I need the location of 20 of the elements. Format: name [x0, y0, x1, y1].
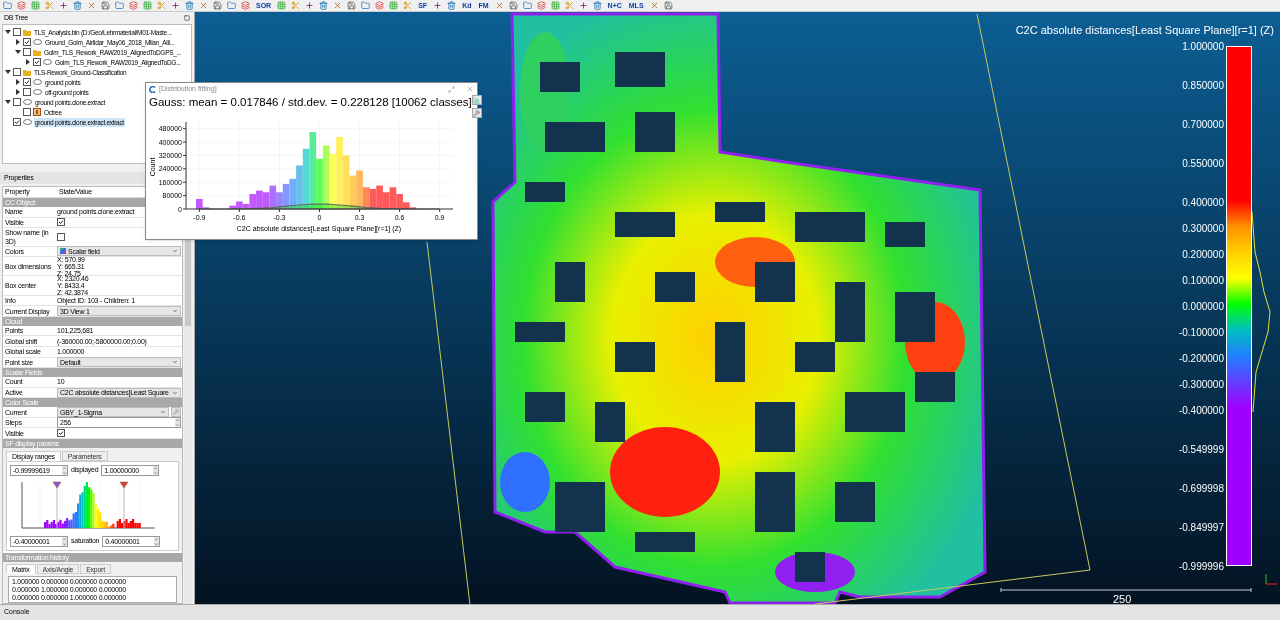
scale-label: 0.300000: [1182, 224, 1224, 234]
scale-label: -0.999996: [1178, 562, 1224, 572]
scale-label: -0.200000: [1178, 354, 1224, 364]
scale-label: -0.549999: [1178, 445, 1224, 455]
scale-label: -0.300000: [1178, 380, 1224, 390]
scale-label: 0.700000: [1182, 120, 1224, 130]
scale-label: -0.100000: [1178, 328, 1224, 338]
scale-label: 1.000000: [1182, 42, 1224, 52]
scale-label: 0.200000: [1182, 250, 1224, 260]
scale-label: 0.400000: [1182, 198, 1224, 208]
scale-label: -0.849997: [1178, 523, 1224, 533]
scale-label: -0.699998: [1178, 484, 1224, 494]
scale-label: 0.850000: [1182, 81, 1224, 91]
scale-label: -0.400000: [1178, 406, 1224, 416]
fit-result-heading: Gauss: mean = 0.017846 / std.dev. = 0.228128 [10062 classes]: [149, 95, 472, 109]
scale-bar-label: 250: [1113, 592, 1132, 604]
scale-label: 0.000000: [1182, 302, 1224, 312]
scale-label: 0.550000: [1182, 159, 1224, 169]
color-scale-title: C2C absolute distances[Least Square Plane][r=1] (Z): [1015, 23, 1274, 38]
scale-label: 0.100000: [1182, 276, 1224, 286]
